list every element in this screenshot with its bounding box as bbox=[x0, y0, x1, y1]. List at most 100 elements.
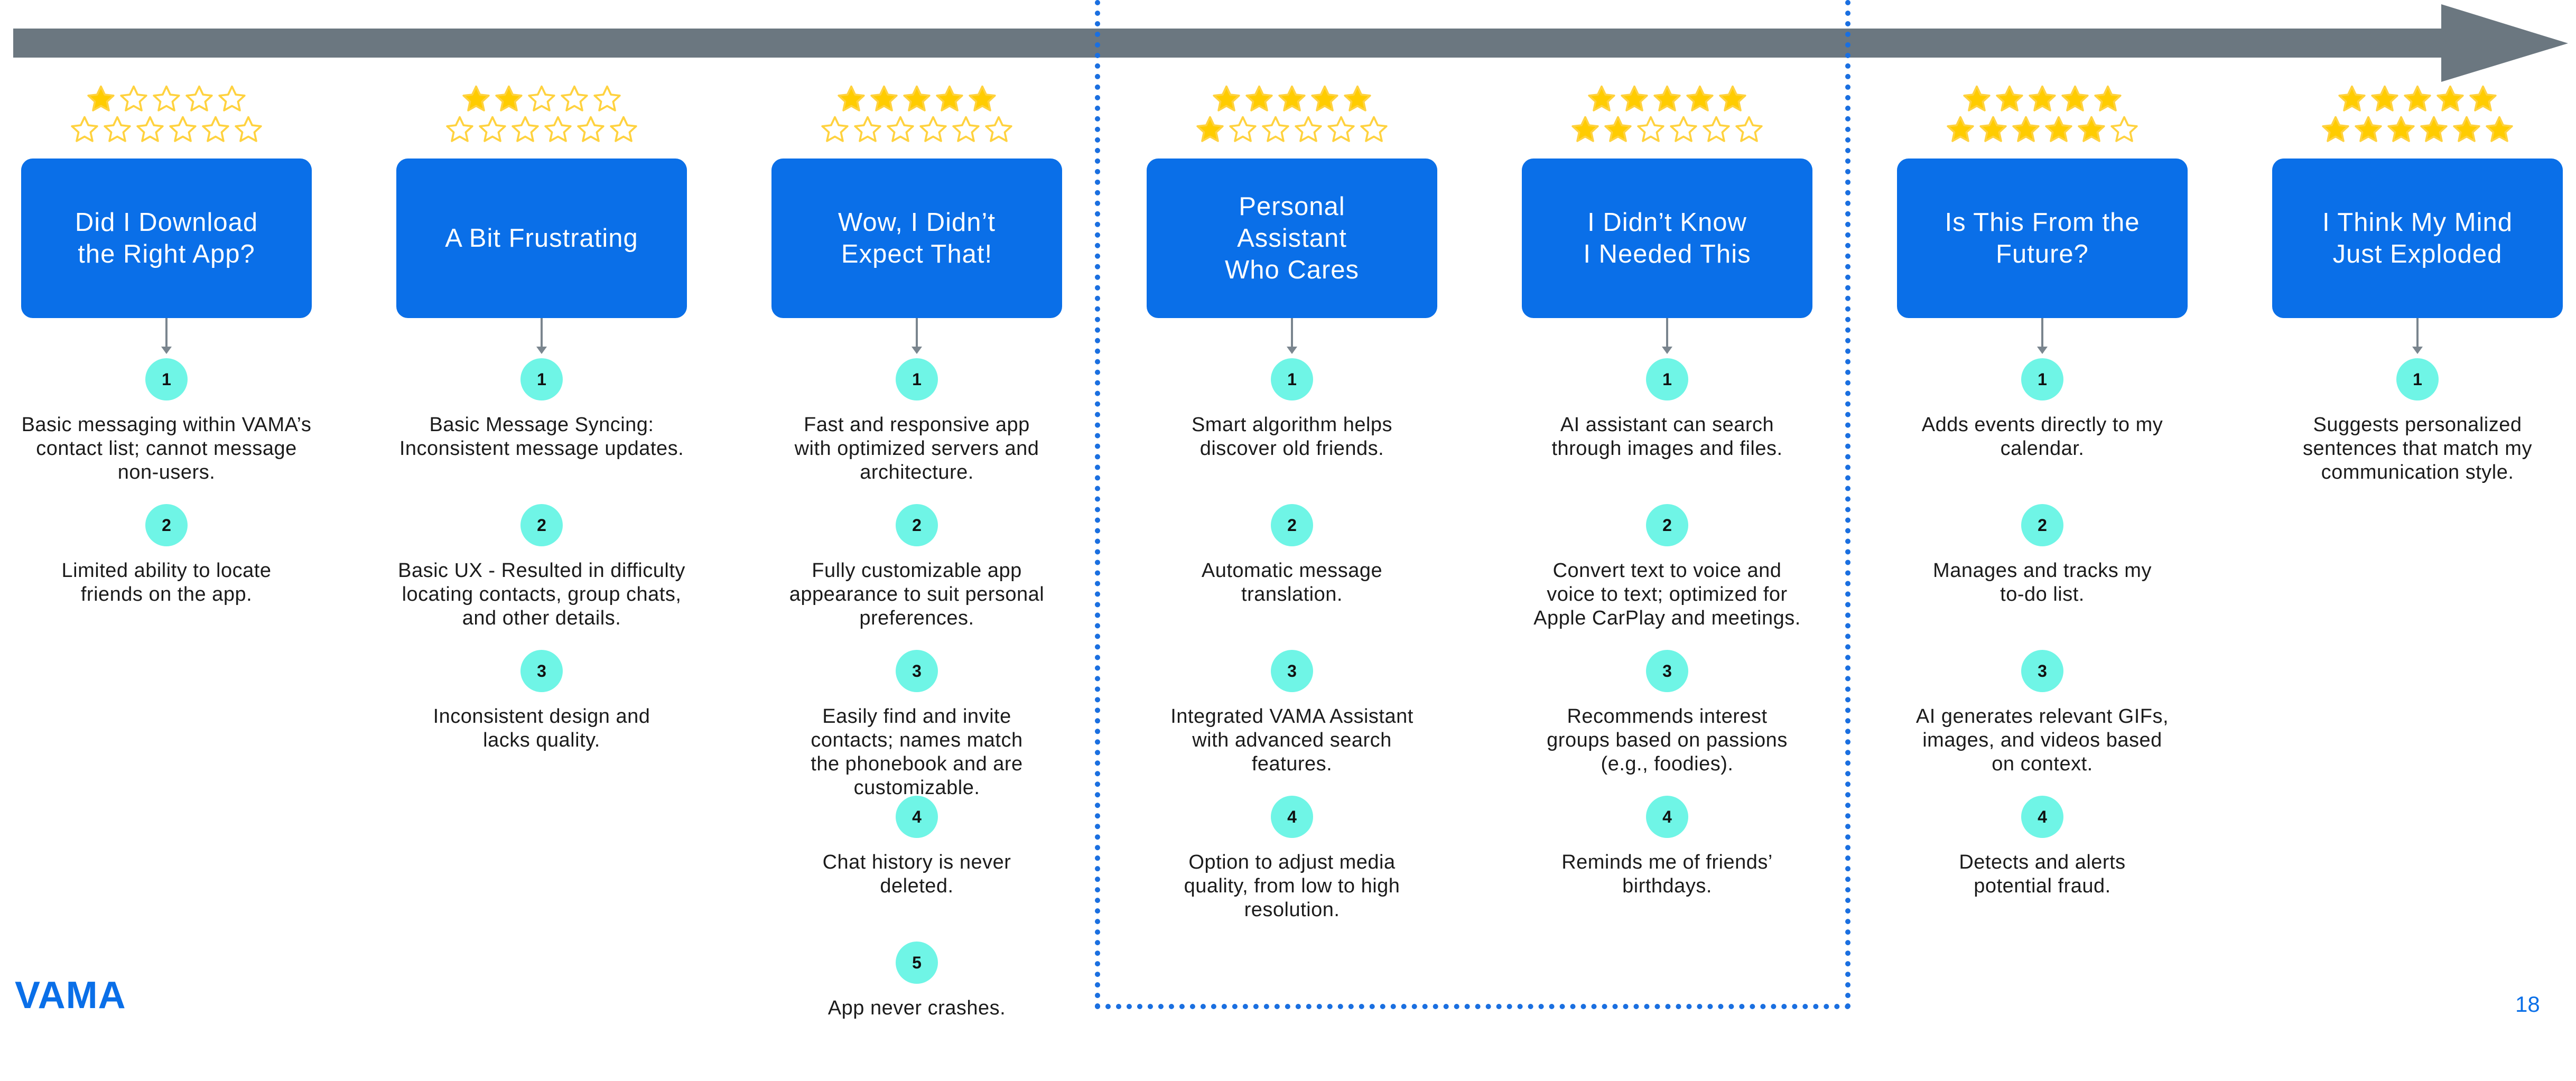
list-item: 3 Inconsistent design and lacks quality. bbox=[383, 644, 700, 789]
number-badge: 4 bbox=[896, 796, 938, 838]
connector-arrow bbox=[912, 318, 922, 354]
star-rating bbox=[1195, 85, 1389, 144]
star-row bbox=[836, 85, 997, 113]
star-filled-icon bbox=[2404, 85, 2431, 111]
star-filled-icon bbox=[1719, 85, 1746, 111]
number-badge: 3 bbox=[1646, 650, 1688, 692]
list-item: 1 AI assistant can search through images … bbox=[1509, 352, 1826, 498]
list-item: 1 Basic messaging within VAMA’s contact l… bbox=[8, 352, 325, 498]
star-filled-icon bbox=[1245, 85, 1273, 111]
connector-arrow bbox=[161, 318, 172, 354]
star-filled-icon bbox=[2486, 116, 2513, 142]
star-filled-icon bbox=[1311, 85, 1338, 111]
star-filled-icon bbox=[1196, 116, 1224, 142]
number-badge: 5 bbox=[896, 942, 938, 984]
stage-items: 1 Suggests personalized sentences that ma… bbox=[2259, 352, 2576, 498]
stage-column: I Think My Mind Just Exploded 1 Suggests p… bbox=[2251, 85, 2576, 498]
star-filled-icon bbox=[2469, 85, 2497, 111]
item-text: Integrated VAMA Assistant with advanced … bbox=[1170, 705, 1413, 775]
star-filled-icon bbox=[462, 85, 490, 111]
list-item: 1 Smart algorithm helps discover old frie… bbox=[1133, 352, 1450, 498]
list-item: 3 Recommends interest groups based on pas… bbox=[1509, 644, 1826, 789]
star-filled-icon bbox=[2029, 85, 2056, 111]
stage-items: 1 Adds events directly to my calendar. 2 Ma… bbox=[1884, 352, 2201, 935]
star-filled-icon bbox=[1604, 116, 1632, 142]
stage-column: Wow, I Didn’t Expect That! 1 Fast and resp… bbox=[750, 85, 1083, 1081]
star-filled-icon bbox=[1963, 85, 1991, 111]
star-outline-icon bbox=[202, 116, 229, 142]
item-text: Basic Message Syncing: Inconsistent mess… bbox=[399, 414, 684, 460]
number-badge: 3 bbox=[1271, 650, 1313, 692]
star-rating bbox=[445, 85, 638, 144]
item-text: Smart algorithm helps discover old frien… bbox=[1191, 414, 1393, 460]
list-item: 1 Fast and responsive app with optimized … bbox=[758, 352, 1075, 498]
stage-title: I Think My Mind Just Exploded bbox=[2272, 159, 2563, 318]
stage-column: A Bit Frustrating 1 Basic Message Syncing:… bbox=[375, 85, 708, 789]
star-row bbox=[1962, 85, 2123, 113]
star-outline-icon bbox=[1327, 116, 1355, 142]
item-text: Automatic message translation. bbox=[1201, 560, 1383, 605]
star-outline-icon bbox=[1262, 116, 1289, 142]
number-badge: 4 bbox=[1646, 796, 1688, 838]
item-text: Basic messaging within VAMA’s contact li… bbox=[21, 414, 312, 483]
star-rating bbox=[70, 85, 263, 144]
star-filled-icon bbox=[2420, 116, 2448, 142]
star-row bbox=[1946, 115, 2139, 144]
list-item: 2 Manages and tracks my to-do list. bbox=[1884, 498, 2201, 644]
star-filled-icon bbox=[1996, 85, 2023, 111]
star-outline-icon bbox=[544, 116, 572, 142]
item-text: Chat history is never deleted. bbox=[822, 851, 1011, 897]
star-outline-icon bbox=[1735, 116, 1763, 142]
number-badge: 4 bbox=[2021, 796, 2063, 838]
star-row bbox=[445, 115, 638, 144]
star-outline-icon bbox=[1670, 116, 1697, 142]
star-filled-icon bbox=[936, 85, 963, 111]
star-filled-icon bbox=[1979, 116, 2007, 142]
star-row bbox=[86, 85, 247, 113]
star-filled-icon bbox=[2355, 116, 2382, 142]
star-filled-icon bbox=[2061, 85, 2089, 111]
number-badge: 3 bbox=[520, 650, 563, 692]
item-text: Inconsistent design and lacks quality. bbox=[433, 705, 650, 751]
number-badge: 1 bbox=[1271, 358, 1313, 400]
star-filled-icon bbox=[1947, 116, 1974, 142]
vama-logo: VAMA bbox=[15, 974, 126, 1017]
number-badge: 1 bbox=[896, 358, 938, 400]
star-filled-icon bbox=[838, 85, 865, 111]
list-item: 4 Chat history is never deleted. bbox=[758, 789, 1075, 935]
star-filled-icon bbox=[1588, 85, 1615, 111]
item-text: Option to adjust media quality, from low… bbox=[1184, 851, 1400, 921]
list-item: 2 Automatic message translation. bbox=[1133, 498, 1450, 644]
list-item: 1 Basic Message Syncing: Inconsistent mes… bbox=[383, 352, 700, 498]
stage-items: 1 Fast and responsive app with optimized … bbox=[758, 352, 1075, 1081]
star-outline-icon bbox=[854, 116, 881, 142]
connector-arrow bbox=[2412, 318, 2423, 354]
item-text: Adds events directly to my calendar. bbox=[1921, 414, 2163, 460]
number-badge: 1 bbox=[1646, 358, 1688, 400]
star-filled-icon bbox=[2387, 116, 2415, 142]
stage-title: Did I Download the Right App? bbox=[21, 159, 312, 318]
item-text: Suggests personalized sentences that mat… bbox=[2303, 414, 2532, 483]
stage-title: Personal Assistant Who Cares bbox=[1147, 159, 1437, 318]
item-text: Detects and alerts potential fraud. bbox=[1959, 851, 2126, 897]
star-outline-icon bbox=[919, 116, 947, 142]
stage-items: 1 Basic messaging within VAMA’s contact l… bbox=[8, 352, 325, 644]
star-outline-icon bbox=[610, 116, 637, 142]
stage-column: Is This From the Future? 1 Adds events dir… bbox=[1876, 85, 2209, 935]
star-outline-icon bbox=[153, 85, 180, 111]
star-row bbox=[2321, 115, 2514, 144]
star-outline-icon bbox=[821, 116, 849, 142]
item-text: Reminds me of friends’ birthdays. bbox=[1561, 851, 1773, 897]
star-filled-icon bbox=[2078, 116, 2105, 142]
stage-items: 1 Smart algorithm helps discover old frie… bbox=[1133, 352, 1450, 935]
star-filled-icon bbox=[2322, 116, 2349, 142]
number-badge: 3 bbox=[896, 650, 938, 692]
star-filled-icon bbox=[2371, 85, 2398, 111]
star-outline-icon bbox=[512, 116, 539, 142]
star-filled-icon bbox=[1653, 85, 1681, 111]
item-text: App never crashes. bbox=[827, 997, 1006, 1019]
list-item: 1 Suggests personalized sentences that ma… bbox=[2259, 352, 2576, 498]
list-item: 2 Fully customizable app appearance to su… bbox=[758, 498, 1075, 644]
list-item: 4 Detects and alerts potential fraud. bbox=[1884, 789, 2201, 935]
item-text: AI generates relevant GIFs, images, and … bbox=[1915, 705, 2169, 775]
